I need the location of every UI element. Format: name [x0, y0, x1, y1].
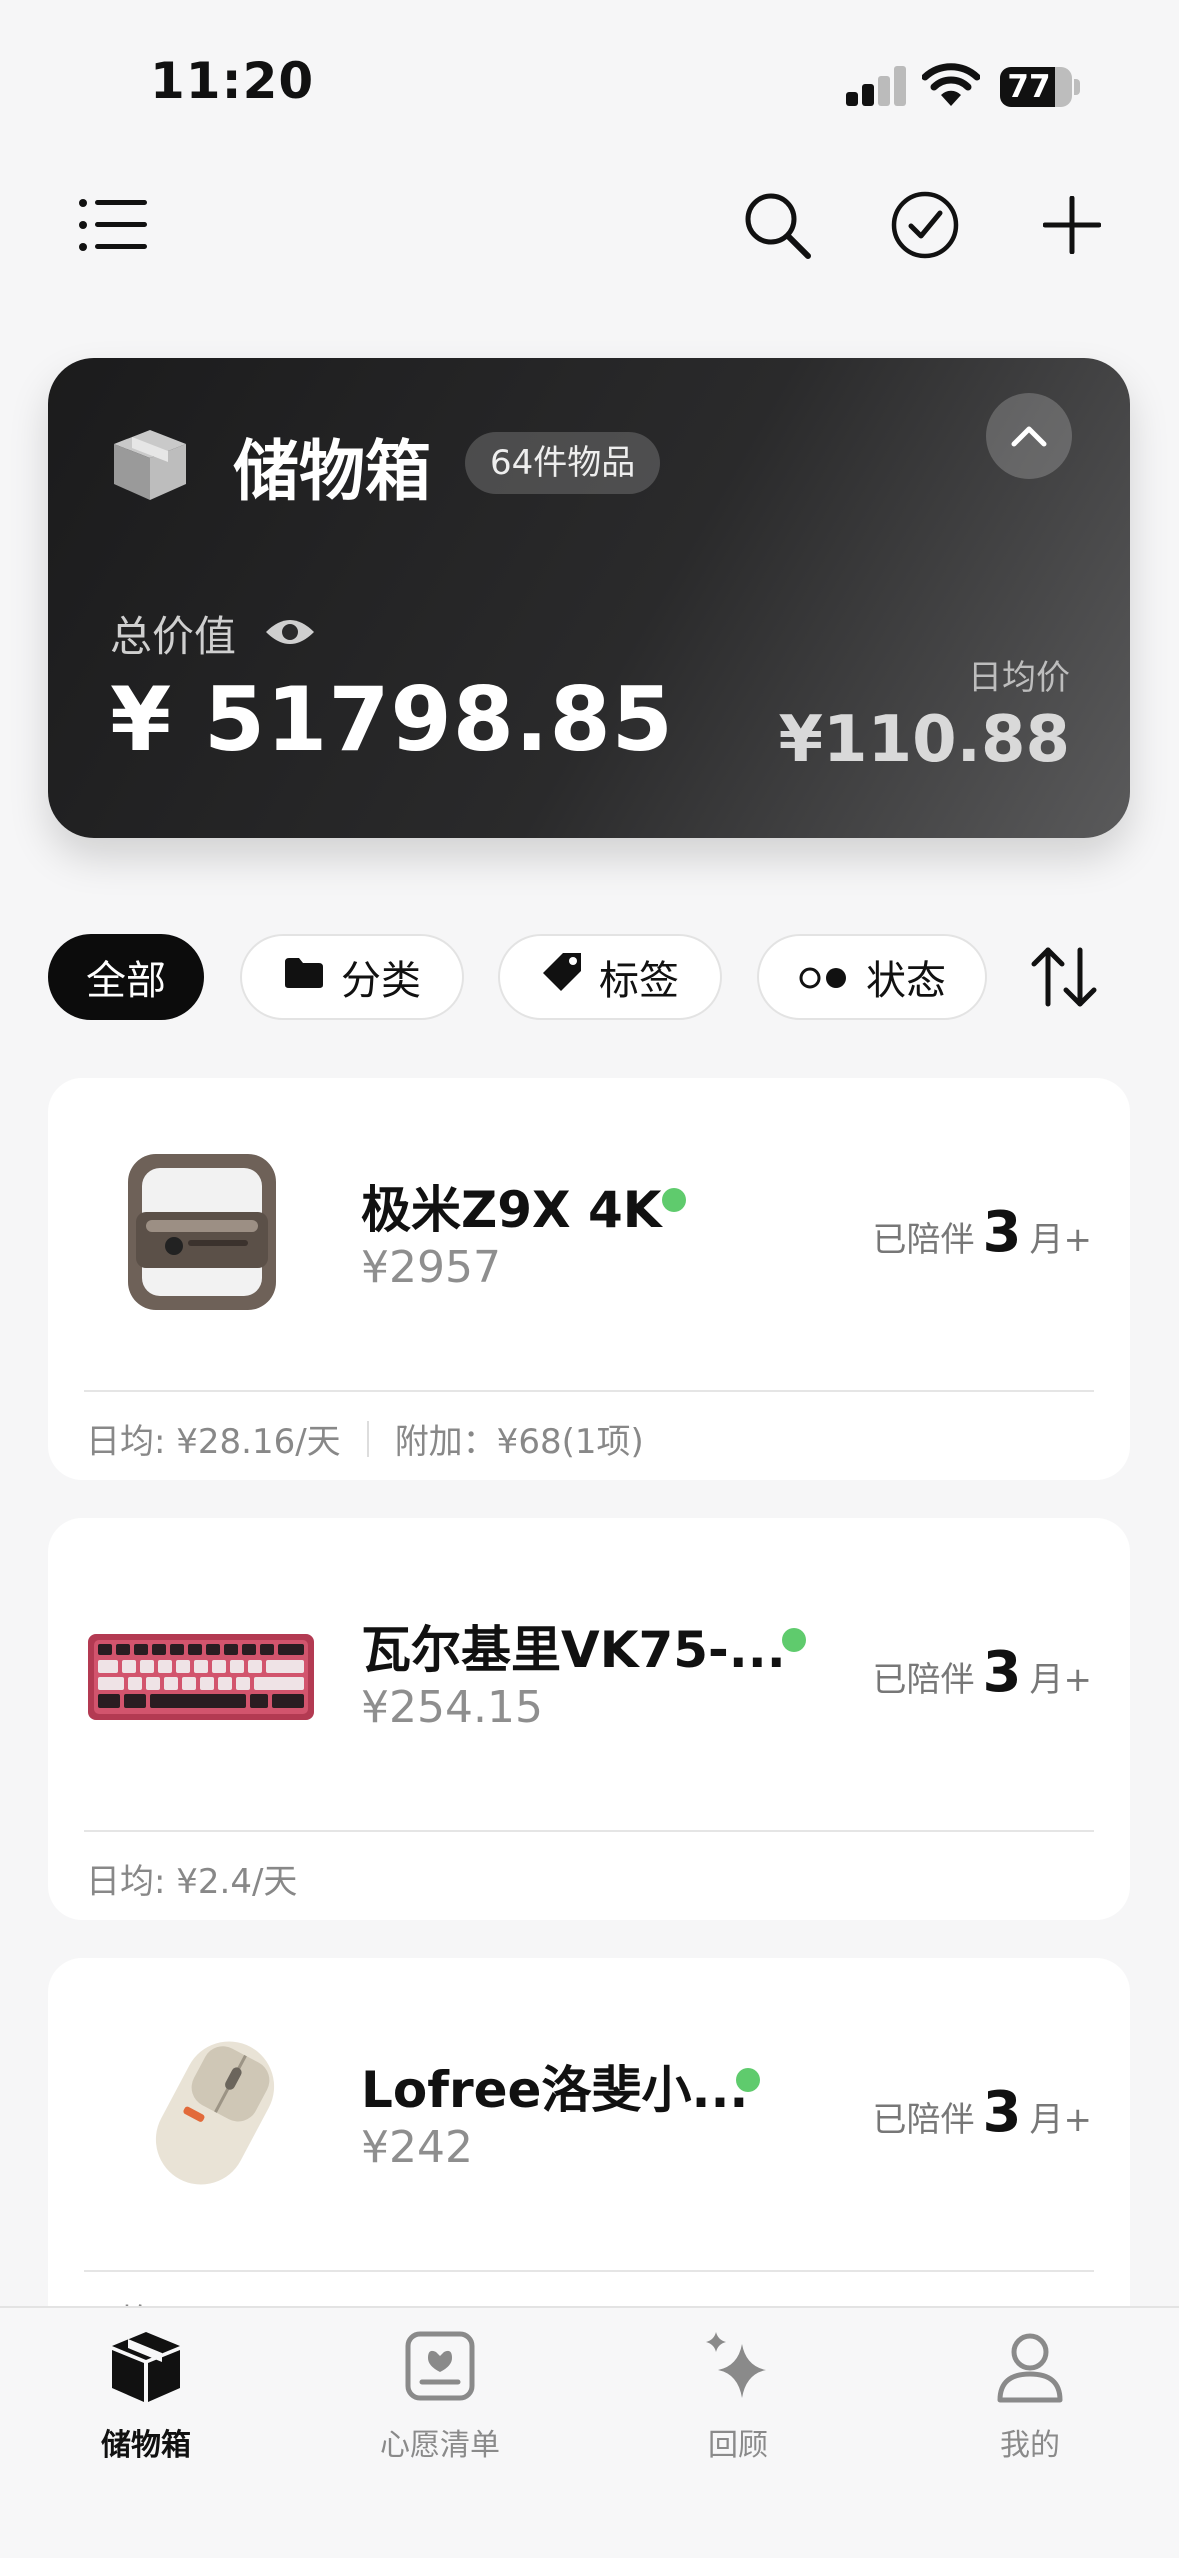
tab-review[interactable]: 回顾 [628, 2328, 848, 2464]
filter-category-label: 分类 [341, 958, 421, 1004]
wishlist-card-icon [402, 2328, 478, 2408]
active-status-dot [736, 2068, 760, 2092]
daily-average-label: 日均价 [968, 658, 1070, 698]
tag-icon [541, 951, 583, 1003]
item-daily-cost: 日均: ¥28.16/天 [86, 1422, 341, 1462]
card-title: 储物箱 [233, 433, 431, 510]
filter-chip-tag[interactable]: 标签 [498, 934, 722, 1020]
plus-icon[interactable] [1027, 180, 1117, 270]
active-status-dot [662, 1188, 686, 1212]
tab-wishlist[interactable]: 心愿清单 [330, 2328, 550, 2464]
filter-all-label: 全部 [86, 958, 166, 1004]
companion-prefix: 已陪伴 [872, 1220, 975, 1260]
item-footer: 日均: ¥28.16/天 附加：¥68(1项) [86, 1414, 644, 1463]
search-icon[interactable] [732, 180, 822, 270]
companion-prefix: 已陪伴 [872, 1660, 975, 1700]
filter-chip-all[interactable]: 全部 [48, 934, 204, 1020]
sparkle-icon [700, 2328, 776, 2408]
item-name: 瓦尔基里VK75-... [361, 1621, 786, 1679]
item-name: Lofree洛斐小... [361, 2061, 749, 2119]
eye-icon[interactable] [264, 609, 316, 658]
divider [84, 1390, 1094, 1392]
box-icon [108, 2328, 184, 2408]
item-footer: 日均: ¥2.4/天 [86, 1854, 297, 1903]
companion-number: 3 [982, 1640, 1022, 1705]
item-thumbnail-mouse [140, 2028, 290, 2202]
person-icon [992, 2328, 1068, 2408]
active-status-dot [782, 1628, 806, 1652]
divider [84, 2270, 1094, 2272]
battery-tip [1074, 79, 1080, 95]
item-daily-cost: 日均: ¥2.4/天 [86, 1862, 298, 1902]
list-item[interactable]: 瓦尔基里VK75-... ¥254.15 已陪伴 3 月+ 日均: ¥2.4/天 [48, 1518, 1130, 1920]
tab-storage-label: 储物箱 [101, 2428, 191, 2463]
tab-review-label: 回顾 [708, 2428, 768, 2463]
companion-prefix: 已陪伴 [872, 2100, 975, 2140]
collapse-button[interactable] [986, 393, 1072, 479]
check-circle-icon[interactable] [880, 180, 970, 270]
companion-number: 3 [982, 2080, 1022, 2145]
item-price: ¥242 [361, 2122, 473, 2173]
divider [84, 1830, 1094, 1832]
tab-storage[interactable]: 储物箱 [36, 2328, 256, 2464]
folder-icon [283, 954, 325, 1000]
tab-wishlist-label: 心愿清单 [380, 2428, 500, 2463]
companion-duration: 已陪伴 3 月+ [873, 1200, 1092, 1265]
menu-icon[interactable] [68, 180, 158, 270]
bottom-tab-bar: 储物箱 心愿清单 回顾 我的 [0, 2306, 1179, 2558]
daily-average-value: ¥110.88 [778, 703, 1071, 777]
item-thumbnail-projector [122, 1150, 282, 1320]
companion-duration: 已陪伴 3 月+ [873, 2080, 1092, 2145]
companion-unit: 月+ [1029, 2100, 1093, 2140]
total-label-text: 总价值 [110, 612, 237, 661]
total-value: ¥ 51798.85 [110, 668, 674, 771]
companion-duration: 已陪伴 3 月+ [873, 1640, 1092, 1705]
filter-tag-label: 标签 [599, 958, 679, 1004]
storage-summary-card[interactable]: 储物箱 64件物品 总价值 ¥ 51798.85 日均价 ¥110.88 [48, 358, 1130, 838]
battery-indicator: 77 [1000, 67, 1072, 107]
tab-mine[interactable]: 我的 [920, 2328, 1140, 2464]
status-dots-icon [798, 954, 850, 1000]
status-time: 11:20 [150, 52, 315, 110]
item-price: ¥254.15 [361, 1682, 543, 1733]
sort-icon[interactable] [1030, 944, 1098, 1014]
companion-unit: 月+ [1029, 1220, 1093, 1260]
filter-status-label: 状态 [866, 958, 946, 1004]
filter-chip-category[interactable]: 分类 [240, 934, 464, 1020]
footer-separator [366, 1420, 369, 1457]
wifi-icon [921, 62, 981, 112]
item-name: 极米Z9X 4K [361, 1181, 662, 1239]
filter-chip-status[interactable]: 状态 [757, 934, 987, 1020]
companion-unit: 月+ [1029, 1660, 1093, 1700]
list-item[interactable]: Lofree洛斐小... ¥242 已陪伴 3 月+ 日均: ¥2.28/天 [48, 1958, 1130, 2360]
companion-number: 3 [982, 1200, 1022, 1265]
item-count-badge: 64件物品 [465, 432, 661, 494]
list-item[interactable]: 极米Z9X 4K ¥2957 已陪伴 3 月+ 日均: ¥28.16/天 附加：… [48, 1078, 1130, 1480]
tab-mine-label: 我的 [1000, 2428, 1060, 2463]
box-icon [110, 424, 190, 508]
total-value-label: 总价值 [110, 603, 316, 664]
cellular-signal-icon [846, 66, 906, 106]
chevron-up-icon [1011, 426, 1047, 447]
item-thumbnail-keyboard [86, 1626, 318, 1730]
item-extra-cost: 附加：¥68(1项) [394, 1422, 644, 1462]
item-price: ¥2957 [361, 1242, 501, 1293]
